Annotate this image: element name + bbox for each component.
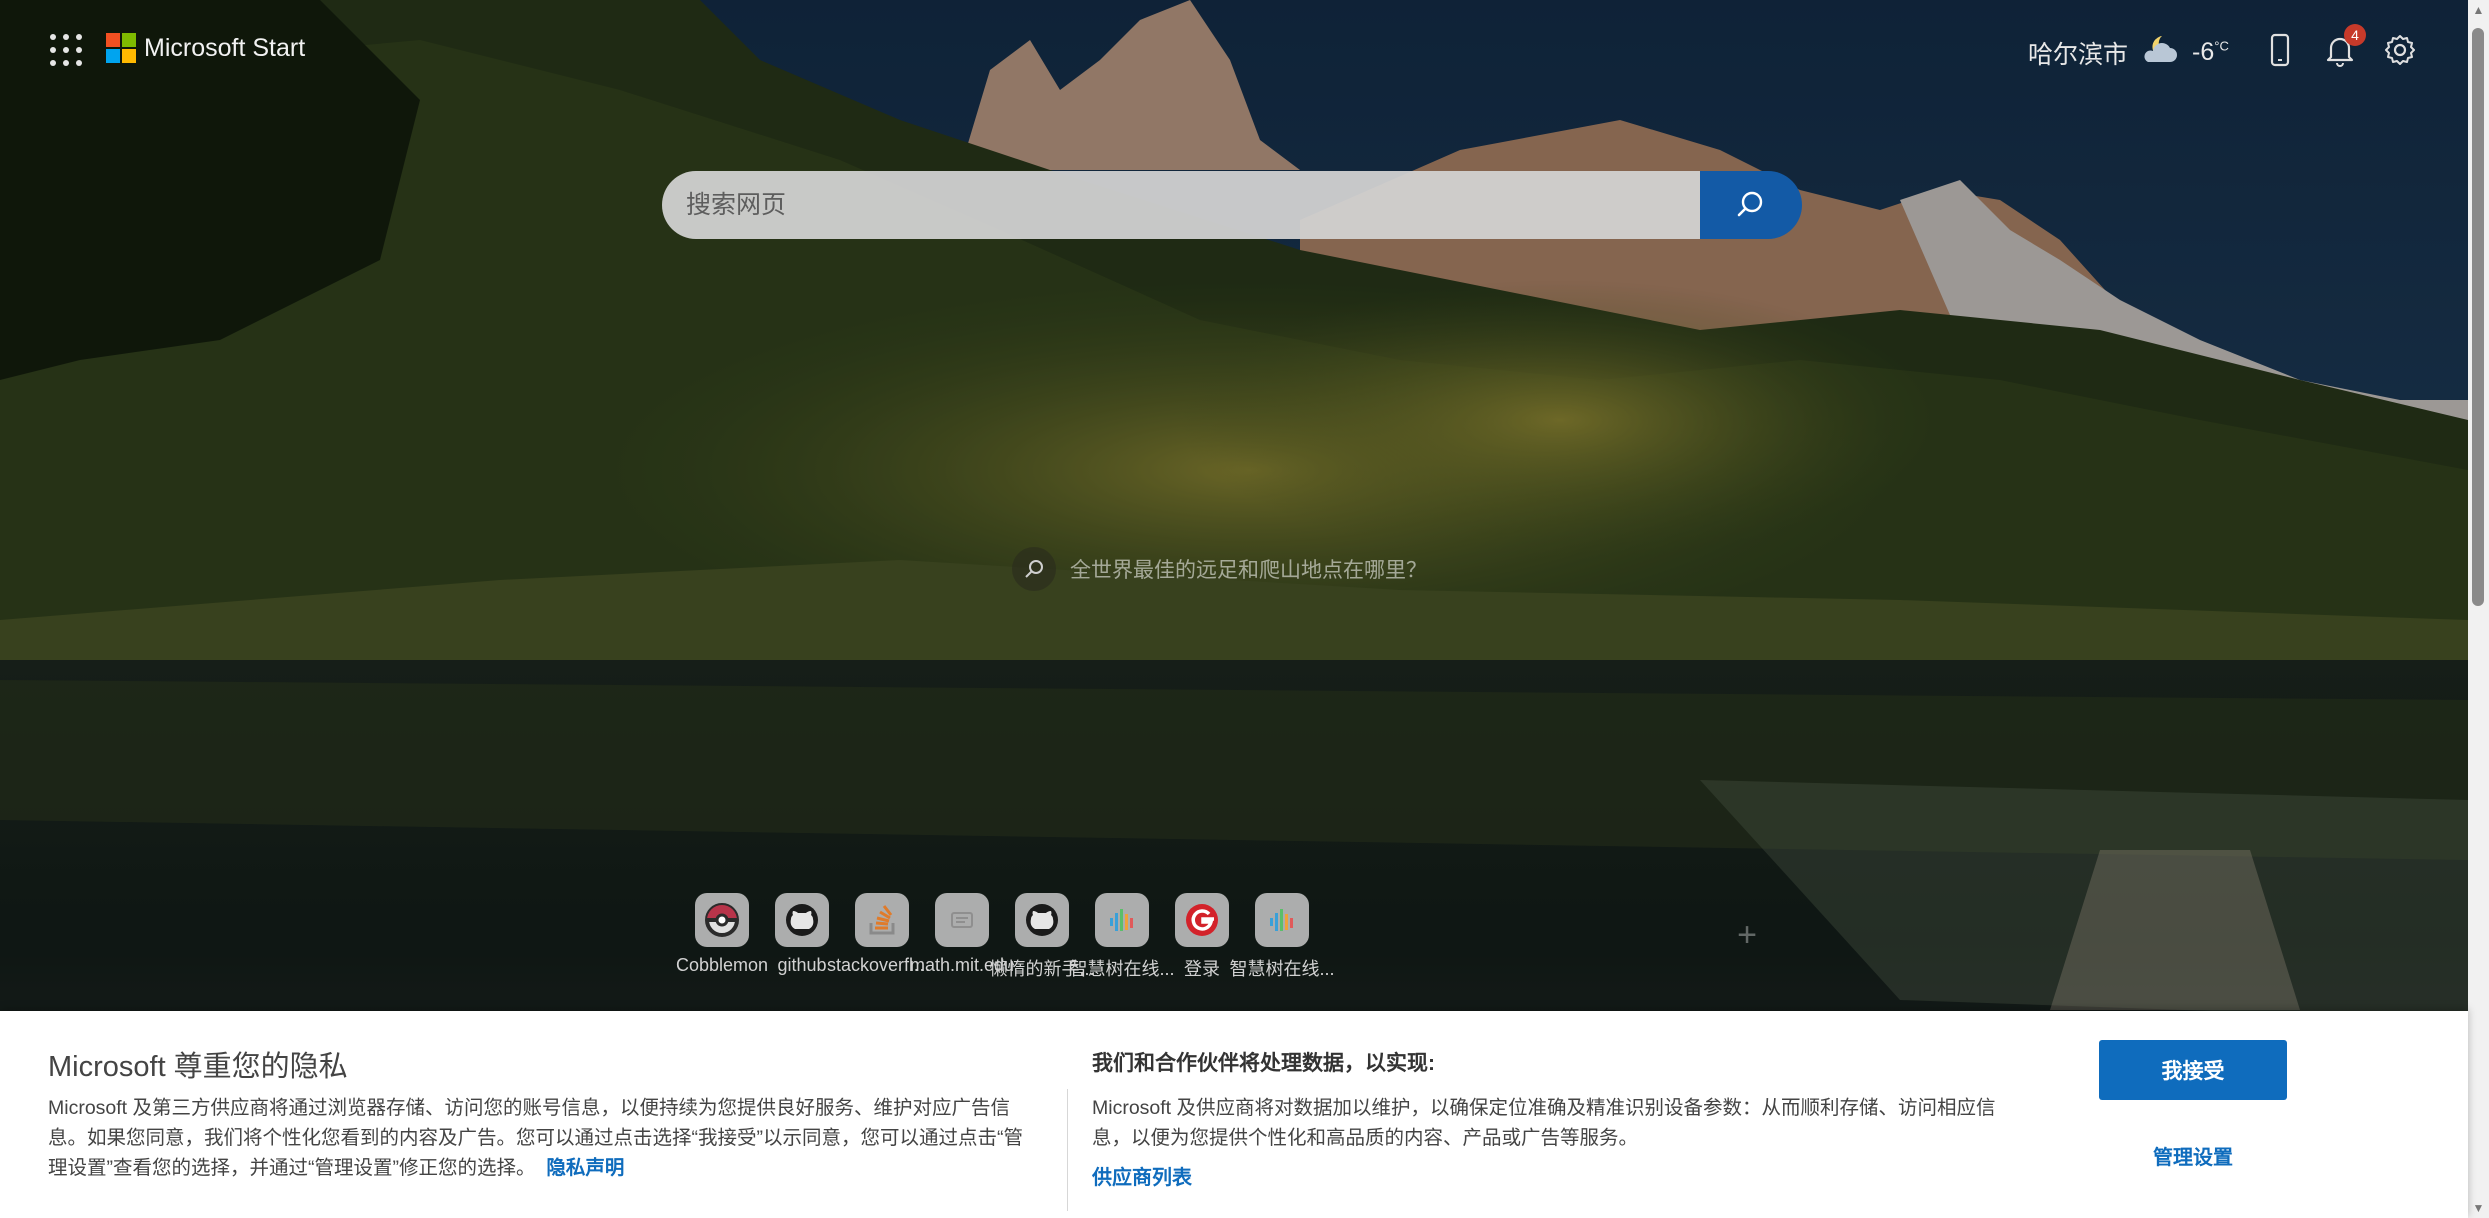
brand-name: Microsoft Start xyxy=(144,33,306,62)
apps-grid-icon[interactable] xyxy=(50,34,82,66)
search-icon xyxy=(1012,547,1056,591)
audio-bars-icon xyxy=(1255,893,1309,947)
weather-widget[interactable]: 哈尔滨市 -6°C xyxy=(2028,32,2229,73)
microsoft-logo-icon xyxy=(106,33,136,63)
search-icon xyxy=(1737,191,1763,217)
temperature: -6°C xyxy=(2192,38,2229,66)
add-quick-link-icon[interactable]: + xyxy=(1727,915,1767,955)
consent-divider xyxy=(1067,1089,1068,1211)
vendor-list-link[interactable]: 供应商列表 xyxy=(1092,1161,1192,1190)
notification-badge: 4 xyxy=(2344,24,2366,46)
phone-icon[interactable] xyxy=(2260,30,2300,70)
quick-link-label: 智慧树在线... xyxy=(1229,959,1335,979)
search-bar xyxy=(662,171,1802,239)
consent-title: Microsoft 尊重您的隐私 xyxy=(48,1051,348,1083)
image-query-link[interactable]: 全世界最佳的远足和爬山地点在哪里？ xyxy=(1012,547,1427,591)
accept-button[interactable]: 我接受 xyxy=(2099,1040,2287,1100)
search-button[interactable] xyxy=(1700,171,1802,239)
search-input[interactable] xyxy=(662,171,1700,239)
privacy-consent-banner: Microsoft 尊重您的隐私 Microsoft 及第三方供应商将通过浏览器… xyxy=(0,1011,2468,1218)
page-scrollbar[interactable]: ▲ ▼ xyxy=(2468,0,2489,1218)
consent-body-text: Microsoft 及第三方供应商将通过浏览器存储、访问您的账号信息，以便持续为… xyxy=(48,1097,1023,1179)
weather-location: 哈尔滨市 xyxy=(2028,40,2129,69)
partly-cloudy-night-icon xyxy=(2140,32,2180,73)
consent-body: Microsoft 及第三方供应商将通过浏览器存储、访问您的账号信息，以便持续为… xyxy=(48,1093,1033,1183)
privacy-statement-link[interactable]: 隐私声明 xyxy=(546,1157,624,1179)
manage-settings-link[interactable]: 管理设置 xyxy=(2099,1141,2287,1170)
brand-link[interactable]: Microsoft Start xyxy=(106,33,305,63)
gear-icon[interactable] xyxy=(2380,30,2420,70)
stackoverflow-icon xyxy=(855,893,909,947)
top-bar: Microsoft Start 哈尔滨市 -6°C 4 xyxy=(0,0,2468,100)
scrollbar-thumb[interactable] xyxy=(2472,28,2484,606)
pokeball-icon xyxy=(695,893,749,947)
github-icon xyxy=(1015,893,1069,947)
image-query-text: 全世界最佳的远足和爬山地点在哪里？ xyxy=(1070,559,1427,582)
g-logo-icon xyxy=(1175,893,1229,947)
audio-bars-icon xyxy=(1095,893,1149,947)
generic-site-icon xyxy=(935,893,989,947)
quick-link-tile[interactable]: 智慧树在线... xyxy=(1227,893,1337,981)
scroll-down-arrow-icon[interactable]: ▼ xyxy=(2468,1198,2489,1218)
consent-body-secondary: Microsoft 及供应商将对数据加以维护，以确保定位准确及精准识别设备参数：… xyxy=(1092,1097,1996,1149)
quick-links: Cobblemon github stackoverflo... math.mi… xyxy=(667,893,1807,983)
scroll-up-arrow-icon[interactable]: ▲ xyxy=(2468,0,2489,20)
github-icon xyxy=(775,893,829,947)
consent-subtitle: 我们和合作伙伴将处理数据，以实现: xyxy=(1092,1052,1435,1075)
